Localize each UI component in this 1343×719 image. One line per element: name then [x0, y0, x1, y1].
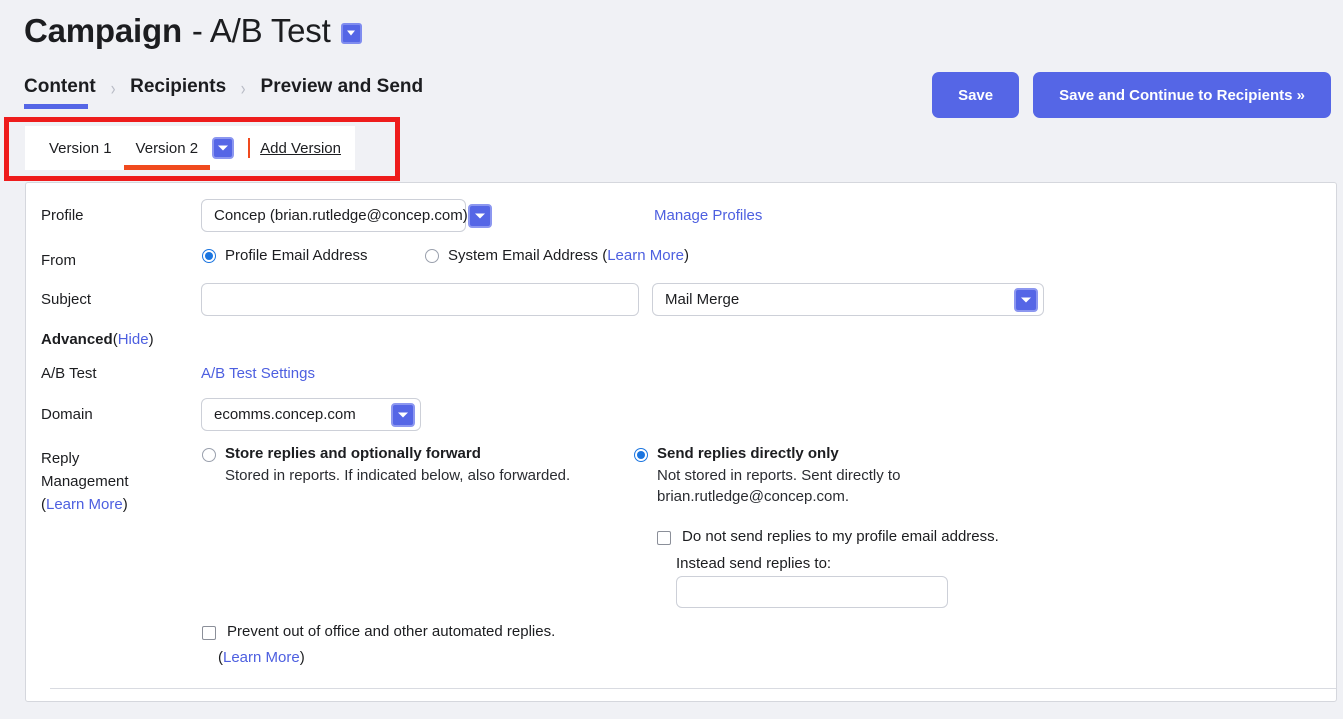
- from-option-system-label: System Email Address (Learn More): [448, 247, 689, 264]
- prevent-learn-more: (Learn More): [218, 649, 305, 666]
- prevent-auto-replies-option[interactable]: Prevent out of office and other automate…: [202, 623, 555, 640]
- ab-test-settings-link[interactable]: A/B Test Settings: [201, 365, 315, 382]
- ab-test-label: A/B Test: [41, 365, 97, 382]
- reply-management-label-line1: Reply: [41, 450, 80, 467]
- version-chevron-down-icon[interactable]: [212, 137, 235, 159]
- send-directly-desc: Not stored in reports. Sent directly to …: [657, 467, 901, 505]
- from-option-profile-label: Profile Email Address: [225, 247, 368, 264]
- reply-management-learn-more-link[interactable]: Learn More: [46, 496, 123, 513]
- profile-select[interactable]: Concep (brian.rutledge@concep.com): [201, 199, 492, 232]
- breadcrumb: Content › Recipients › Preview and Send: [24, 76, 424, 109]
- page-title: Campaign - A/B Test: [24, 12, 362, 50]
- reply-management-learn-more: (Learn More): [41, 493, 191, 516]
- checkbox-prevent-auto-replies[interactable]: [202, 626, 216, 640]
- step-preview-label: Preview and Send: [260, 76, 424, 97]
- page-title-light: - A/B Test: [191, 12, 331, 49]
- chevron-down-icon[interactable]: [467, 203, 492, 228]
- subject-input[interactable]: [201, 283, 639, 316]
- tab-version-1[interactable]: Version 1: [37, 126, 124, 170]
- from-option-profile[interactable]: Profile Email Address: [202, 247, 368, 264]
- reply-management-label: Reply Management (Learn More): [41, 447, 191, 516]
- no-profile-replies-option[interactable]: Do not send replies to my profile email …: [657, 528, 999, 545]
- profile-select-value: Concep (brian.rutledge@concep.com): [214, 207, 468, 224]
- domain-label: Domain: [41, 406, 93, 423]
- store-replies-title: Store replies and optionally forward: [225, 445, 481, 462]
- tab-divider: [248, 138, 251, 158]
- checkbox-no-profile-replies[interactable]: [657, 531, 671, 545]
- reply-management-label-line2: Management: [41, 473, 129, 490]
- from-label: From: [41, 252, 76, 269]
- manage-profiles-link[interactable]: Manage Profiles: [654, 207, 762, 224]
- from-system-prefix: System Email Address (: [448, 247, 608, 264]
- content-panel: Profile Concep (brian.rutledge@concep.co…: [25, 182, 1337, 702]
- chevron-down-icon[interactable]: [340, 22, 362, 44]
- radio-store-replies[interactable]: [202, 448, 216, 462]
- advanced-close-paren: ): [148, 331, 154, 348]
- subject-label: Subject: [41, 291, 92, 308]
- store-replies-desc: Stored in reports. If indicated below, a…: [225, 467, 571, 484]
- step-separator-icon: ›: [240, 78, 246, 100]
- no-profile-replies-label: Do not send replies to my profile email …: [682, 528, 999, 545]
- page-title-strong: Campaign: [24, 12, 182, 49]
- rm-close-paren: ): [122, 496, 128, 513]
- advanced-hide-link[interactable]: Hide: [118, 331, 149, 348]
- radio-send-directly[interactable]: [634, 448, 648, 462]
- mail-merge-value: Mail Merge: [665, 291, 740, 308]
- step-preview-and-send[interactable]: Preview and Send: [261, 76, 424, 103]
- profile-label: Profile: [41, 207, 84, 224]
- from-option-system[interactable]: System Email Address (Learn More): [425, 247, 689, 264]
- advanced-label: Advanced: [41, 331, 113, 348]
- from-system-suffix: ): [683, 247, 689, 264]
- advanced-toggle[interactable]: Advanced(Hide): [41, 331, 154, 348]
- radio-profile-email[interactable]: [202, 248, 216, 263]
- save-button[interactable]: Save: [932, 72, 1020, 118]
- step-separator-icon: ›: [110, 78, 116, 100]
- radio-system-email[interactable]: [425, 248, 439, 263]
- step-recipients[interactable]: Recipients: [130, 76, 226, 103]
- chevron-down-icon[interactable]: [391, 402, 415, 427]
- reply-option-direct[interactable]: Send replies directly only Not stored in…: [634, 445, 1074, 507]
- tab-version-2-label: Version 2: [135, 139, 199, 157]
- save-and-continue-button[interactable]: Save and Continue to Recipients »: [1033, 72, 1331, 118]
- instead-send-replies-label: Instead send replies to:: [676, 555, 832, 572]
- header-actions: Save Save and Continue to Recipients »: [932, 72, 1331, 118]
- version-tabbar: Version 1 Version 2 Add Version: [25, 126, 355, 170]
- add-version-link[interactable]: Add Version: [260, 140, 355, 157]
- step-recipients-label: Recipients: [130, 76, 227, 97]
- prevent-close-paren: ): [299, 649, 305, 666]
- reply-option-store[interactable]: Store replies and optionally forward Sto…: [202, 445, 642, 486]
- step-content-label: Content: [24, 76, 96, 97]
- prevent-learn-more-link[interactable]: Learn More: [223, 649, 300, 666]
- tab-version-2[interactable]: Version 2: [123, 126, 211, 170]
- prevent-auto-replies-label: Prevent out of office and other automate…: [227, 623, 556, 640]
- mail-merge-select[interactable]: Mail Merge: [652, 283, 1044, 316]
- from-system-learn-more-link[interactable]: Learn More: [607, 247, 684, 264]
- tab-version-1-label: Version 1: [49, 139, 112, 157]
- instead-send-replies-input[interactable]: [676, 576, 948, 608]
- step-content[interactable]: Content: [24, 76, 96, 109]
- domain-select-value: ecomms.concep.com: [214, 406, 356, 423]
- send-directly-title: Send replies directly only: [657, 445, 839, 462]
- section-divider: [50, 688, 1336, 689]
- chevron-down-icon[interactable]: [1014, 287, 1038, 312]
- domain-select[interactable]: ecomms.concep.com: [201, 398, 421, 431]
